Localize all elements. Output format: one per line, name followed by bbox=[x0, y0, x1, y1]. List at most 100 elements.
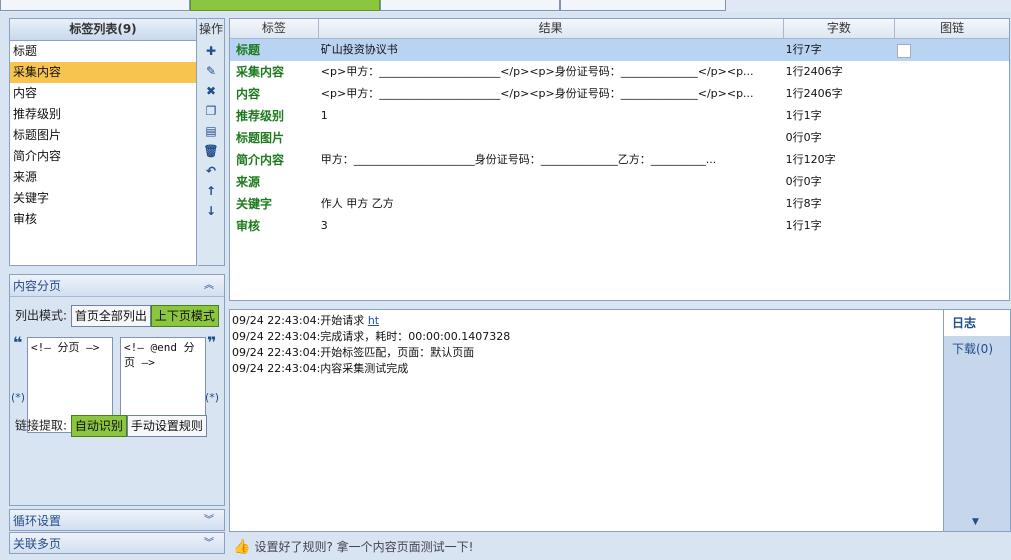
table-header: 标签 结果 字数 图链 bbox=[230, 19, 1009, 39]
cell-result: <p>甲方：______________________</p><p>身份证号码… bbox=[320, 65, 754, 78]
log-panel: 09/24 22:43:04:开始请求 ht 09/24 22:43:04:完成… bbox=[229, 309, 944, 532]
link-row: 链接提取: 自动识别 手动设置规则 bbox=[15, 415, 207, 437]
cell-count: 1行2406字 bbox=[785, 65, 843, 78]
cell-result: <p>甲方：______________________</p><p>身份证号码… bbox=[320, 87, 754, 100]
tag-list-item[interactable]: 采集内容 bbox=[10, 62, 196, 83]
paste-icon[interactable]: ▤ bbox=[198, 121, 224, 141]
manual-rule-button[interactable]: 手动设置规则 bbox=[126, 415, 207, 437]
col-header-image-link[interactable]: 图链 bbox=[895, 19, 1009, 38]
table-row[interactable]: 采集内容 <p>甲方：______________________</p><p>身… bbox=[230, 61, 1009, 83]
pagination-title: 内容分页 bbox=[13, 279, 62, 293]
top-tab-3[interactable] bbox=[380, 0, 560, 11]
log-url-link[interactable]: ht bbox=[368, 314, 379, 327]
table-row[interactable]: 来源 0行0字 bbox=[230, 171, 1009, 193]
list-all-button[interactable]: 首页全部列出 bbox=[70, 305, 151, 327]
side-panel: 日志 下载(0) ▼ bbox=[944, 309, 1011, 532]
wildcard-left[interactable]: (*) bbox=[11, 391, 25, 404]
col-header-count[interactable]: 字数 bbox=[784, 19, 896, 38]
trash-icon[interactable]: 🗑 bbox=[198, 141, 224, 161]
cell-image-link bbox=[895, 105, 1009, 127]
col-header-tag[interactable]: 标签 bbox=[230, 19, 319, 38]
pagination-panel: 内容分页 ︽ 列出模式: 首页全部列出 上下页模式 ❝ <!— 分页 —> <!—… bbox=[9, 274, 225, 506]
move-up-icon[interactable]: ↑ bbox=[198, 181, 224, 201]
cell-count: 0行0字 bbox=[785, 175, 822, 188]
edit-icon[interactable]: ✎ bbox=[198, 61, 224, 81]
expand-down-icon[interactable]: ︾ bbox=[204, 533, 214, 555]
ops-toolbar: 操作 ✚ ✎ ✖ ❐ ▤ 🗑 ↶ ↑ ↓ bbox=[198, 18, 225, 266]
tag-list-item[interactable]: 来源 bbox=[10, 167, 196, 188]
loop-settings-title: 循环设置 bbox=[13, 514, 62, 528]
cell-result bbox=[319, 171, 784, 193]
open-quote-icon: ❝ bbox=[13, 333, 23, 352]
hint-text: 设置好了规则? 拿一个内容页面测试一下! bbox=[254, 540, 474, 554]
tag-list-title: 标签列表(9) bbox=[10, 19, 196, 41]
col-header-result[interactable]: 结果 bbox=[319, 19, 784, 38]
copy-icon[interactable]: ❐ bbox=[198, 101, 224, 121]
cell-count: 1行120字 bbox=[785, 153, 836, 166]
table-row[interactable]: 标题图片 0行0字 bbox=[230, 127, 1009, 149]
mode-row: 列出模式: 首页全部列出 上下页模式 bbox=[15, 305, 219, 327]
cell-tag: 内容 bbox=[236, 87, 261, 101]
prev-next-mode-button[interactable]: 上下页模式 bbox=[150, 305, 219, 327]
cell-result: 作人 甲方 乙方 bbox=[320, 197, 394, 210]
cell-count: 1行1字 bbox=[785, 219, 822, 232]
table-row[interactable]: 推荐级别 1 1行1字 bbox=[230, 105, 1009, 127]
table-row[interactable]: 简介内容 甲方：______________________身份证号码：_____… bbox=[230, 149, 1009, 171]
multi-page-title: 关联多页 bbox=[13, 537, 62, 551]
top-tab-4[interactable] bbox=[560, 0, 726, 11]
tag-list-item[interactable]: 标题 bbox=[10, 41, 196, 62]
table-row[interactable]: 标题 矿山投资协议书 1行7字 bbox=[230, 39, 1009, 61]
cell-tag: 来源 bbox=[236, 175, 261, 189]
mode-label: 列出模式: bbox=[15, 308, 68, 323]
pagination-header[interactable]: 内容分页 ︽ bbox=[10, 275, 224, 297]
ops-title: 操作 bbox=[198, 22, 223, 36]
log-line: 09/24 22:43:04:开始标签匹配，页面：默认页面 bbox=[232, 346, 475, 359]
cell-result: 甲方：______________________身份证号码：_________… bbox=[320, 153, 717, 166]
hint-bar: 👍 设置好了规则? 拿一个内容页面测试一下! bbox=[229, 536, 1011, 558]
scroll-down-icon[interactable]: ▼ bbox=[972, 517, 979, 527]
delete-icon[interactable]: ✖ bbox=[198, 81, 224, 101]
tag-list-item[interactable]: 内容 bbox=[10, 83, 196, 104]
move-down-icon[interactable]: ↓ bbox=[198, 201, 224, 221]
tag-list-item[interactable]: 简介内容 bbox=[10, 146, 196, 167]
thumbs-up-icon: 👍 bbox=[233, 539, 251, 555]
link-label: 链接提取: bbox=[15, 418, 68, 433]
tag-list-item[interactable]: 推荐级别 bbox=[10, 104, 196, 125]
close-quote-icon: ❞ bbox=[207, 333, 217, 352]
table-body: 标题 矿山投资协议书 1行7字 采集内容 <p>甲方：_________________… bbox=[230, 39, 1009, 237]
tag-list-item[interactable]: 关键字 bbox=[10, 188, 196, 209]
cell-image-link bbox=[895, 39, 1009, 61]
cell-image-link bbox=[895, 83, 1009, 105]
log-tab[interactable]: 日志 bbox=[944, 310, 1010, 336]
top-tab-1[interactable] bbox=[0, 0, 190, 11]
expand-down-icon[interactable]: ︾ bbox=[204, 510, 214, 532]
cell-tag: 关键字 bbox=[236, 197, 273, 211]
multi-page-header[interactable]: 关联多页 ︾ bbox=[9, 532, 225, 554]
cell-tag: 审核 bbox=[236, 219, 261, 233]
add-icon[interactable]: ✚ bbox=[198, 41, 224, 61]
auto-detect-button[interactable]: 自动识别 bbox=[70, 415, 127, 437]
tag-list: 标题 采集内容 内容 推荐级别 标题图片 简介内容 来源 关键字 审核 bbox=[10, 41, 196, 230]
cell-image-link bbox=[895, 215, 1009, 237]
cell-image-link bbox=[895, 61, 1009, 83]
cell-tag: 标题 bbox=[236, 43, 261, 57]
table-row[interactable]: 内容 <p>甲方：______________________</p><p>身份证… bbox=[230, 83, 1009, 105]
cell-result: 1 bbox=[320, 109, 328, 122]
loop-settings-header[interactable]: 循环设置 ︾ bbox=[9, 509, 225, 531]
tag-list-item[interactable]: 标题图片 bbox=[10, 125, 196, 146]
table-row[interactable]: 审核 3 1行1字 bbox=[230, 215, 1009, 237]
cell-result: 3 bbox=[320, 219, 328, 232]
table-row[interactable]: 关键字 作人 甲方 乙方 1行8字 bbox=[230, 193, 1009, 215]
cell-image-link bbox=[895, 193, 1009, 215]
cell-tag: 简介内容 bbox=[236, 153, 285, 167]
collapse-up-icon[interactable]: ︽ bbox=[204, 275, 214, 297]
cell-image-link bbox=[895, 149, 1009, 171]
wildcard-right[interactable]: (*) bbox=[205, 391, 219, 404]
top-tab-2[interactable] bbox=[190, 0, 380, 11]
download-tab[interactable]: 下载(0) bbox=[944, 336, 1010, 362]
cell-result bbox=[319, 127, 784, 149]
image-link-checkbox[interactable] bbox=[897, 43, 912, 58]
tag-list-panel: 标签列表(9) 标题 采集内容 内容 推荐级别 标题图片 简介内容 来源 关键字 审核 bbox=[9, 18, 197, 266]
undo-icon[interactable]: ↶ bbox=[198, 161, 224, 181]
tag-list-item[interactable]: 审核 bbox=[10, 209, 196, 230]
